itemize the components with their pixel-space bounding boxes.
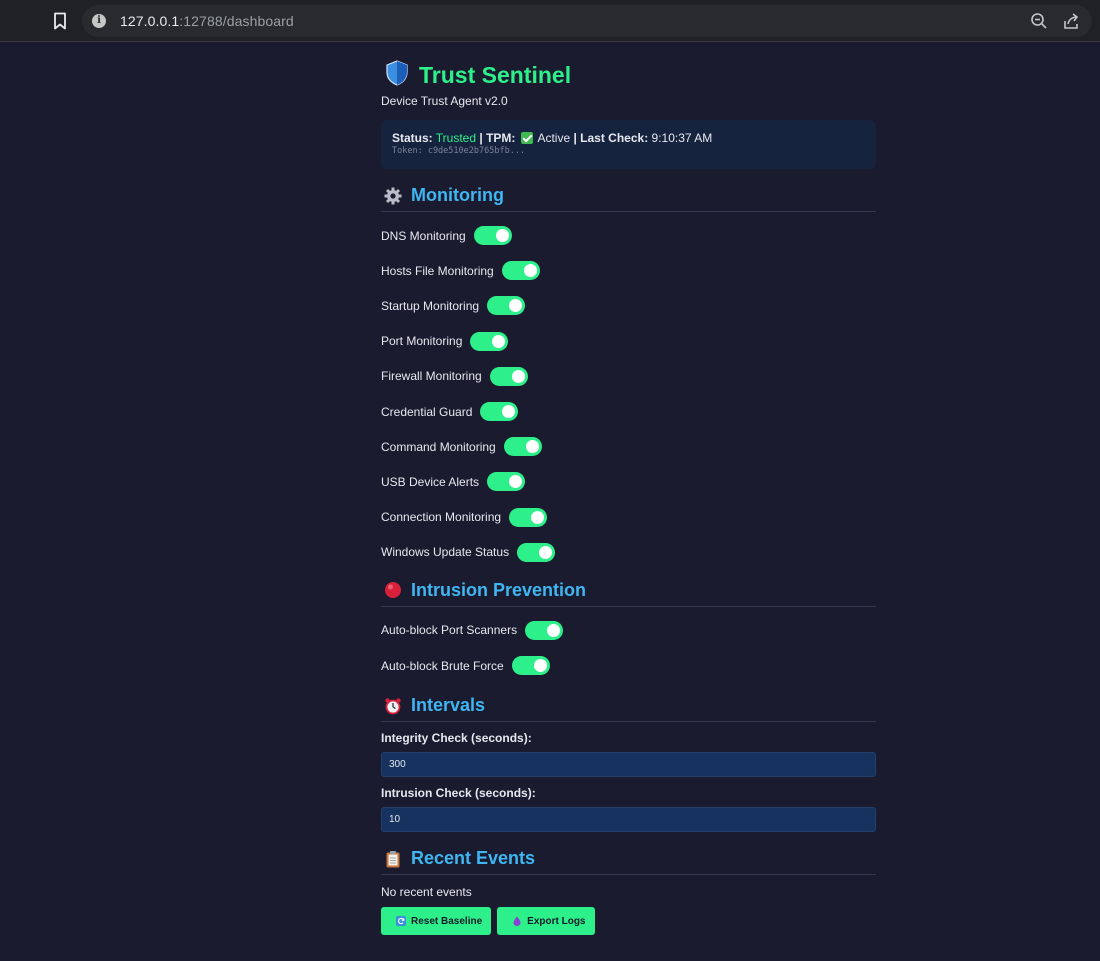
monitoring-section-header: Monitoring bbox=[381, 183, 876, 212]
last-check-label: Last Check: bbox=[580, 131, 649, 145]
separator: | bbox=[573, 131, 577, 145]
toggle-label: DNS Monitoring bbox=[381, 228, 466, 243]
export-logs-button[interactable]: Export Logs bbox=[497, 907, 595, 936]
toggle-label: Hosts File Monitoring bbox=[381, 263, 494, 278]
monitoring-title: Monitoring bbox=[411, 185, 504, 205]
intrusion-check-input[interactable] bbox=[381, 807, 876, 833]
refresh-icon bbox=[396, 916, 406, 927]
command-monitoring-toggle[interactable] bbox=[503, 437, 542, 457]
shield-icon bbox=[385, 59, 409, 91]
toggle-row-startup: Startup Monitoring bbox=[381, 288, 876, 323]
toggle-row-port-scanners: Auto-block Port Scanners bbox=[381, 613, 876, 648]
connection-monitoring-toggle[interactable] bbox=[509, 507, 548, 527]
toggle-row-windows-update: Windows Update Status bbox=[381, 535, 876, 570]
intervals-title: Intervals bbox=[411, 695, 486, 716]
tpm-value: Active bbox=[537, 131, 571, 145]
gear-icon bbox=[384, 187, 402, 205]
url-path: :12788/dashboard bbox=[179, 13, 294, 29]
intrusion-title: Intrusion Prevention bbox=[411, 579, 587, 600]
droplet-icon bbox=[512, 916, 522, 927]
events-title: Recent Events bbox=[411, 848, 536, 869]
monitoring-toggles: DNS Monitoring Hosts File Monitoring Sta… bbox=[381, 218, 876, 570]
site-info-icon[interactable]: i bbox=[92, 14, 106, 28]
intrusion-section-header: Intrusion Prevention bbox=[381, 578, 876, 607]
hosts-file-monitoring-toggle[interactable] bbox=[501, 261, 540, 281]
toggle-row-usb: USB Device Alerts bbox=[381, 464, 876, 499]
bookmark-icon[interactable] bbox=[50, 10, 70, 32]
toggle-label: Connection Monitoring bbox=[381, 510, 502, 525]
toggle-row-brute-force: Auto-block Brute Force bbox=[381, 648, 876, 683]
toggle-label: Auto-block Brute Force bbox=[381, 658, 504, 673]
app-header: Trust Sentinel bbox=[385, 58, 876, 92]
page-subtitle: Device Trust Agent v2.0 bbox=[381, 94, 508, 108]
address-bar[interactable]: i 127.0.0.1:12788/dashboard bbox=[82, 5, 1092, 37]
toggle-label: Firewall Monitoring bbox=[381, 369, 482, 384]
reset-baseline-label: Reset Baseline bbox=[411, 915, 483, 927]
red-circle-icon bbox=[384, 581, 402, 599]
startup-monitoring-toggle[interactable] bbox=[487, 296, 526, 316]
browser-toolbar: i 127.0.0.1:12788/dashboard bbox=[0, 0, 1100, 42]
toggle-label: Command Monitoring bbox=[381, 439, 496, 454]
firewall-monitoring-toggle[interactable] bbox=[489, 366, 528, 386]
token-text: Token: c9de510e2b765bfb... bbox=[392, 146, 526, 156]
toggle-row-firewall: Firewall Monitoring bbox=[381, 359, 876, 394]
last-check-value: 9:10:37 AM bbox=[651, 131, 713, 145]
page-title: Trust Sentinel bbox=[419, 61, 572, 88]
windows-update-status-toggle[interactable] bbox=[517, 542, 556, 562]
auto-block-port-scanners-toggle[interactable] bbox=[525, 620, 564, 640]
toggle-row-dns: DNS Monitoring bbox=[381, 218, 876, 253]
status-line: Status: Trusted | TPM: Active | Last Che… bbox=[392, 131, 865, 145]
toggle-row-port: Port Monitoring bbox=[381, 324, 876, 359]
no-events-text: No recent events bbox=[381, 885, 472, 900]
toggle-row-credential: Credential Guard bbox=[381, 394, 876, 429]
intrusion-check-label: Intrusion Check (seconds): bbox=[381, 786, 536, 801]
toggle-label: USB Device Alerts bbox=[381, 474, 480, 489]
alarm-clock-icon bbox=[384, 697, 402, 715]
port-monitoring-toggle[interactable] bbox=[470, 331, 509, 351]
clipboard-icon bbox=[384, 850, 402, 868]
share-icon[interactable] bbox=[1062, 12, 1080, 30]
tpm-label: TPM: bbox=[486, 131, 516, 145]
integrity-check-input[interactable] bbox=[381, 752, 876, 778]
toggle-label: Credential Guard bbox=[381, 404, 473, 419]
status-label: Status: bbox=[392, 131, 433, 145]
url-host: 127.0.0.1 bbox=[120, 13, 180, 29]
usb-device-alerts-toggle[interactable] bbox=[487, 472, 526, 492]
zoom-out-icon[interactable] bbox=[1030, 12, 1048, 30]
dns-monitoring-toggle[interactable] bbox=[473, 226, 512, 246]
auto-block-brute-force-toggle[interactable] bbox=[511, 656, 550, 676]
toggle-row-hosts: Hosts File Monitoring bbox=[381, 253, 876, 288]
checkmark-icon bbox=[520, 132, 533, 144]
toggle-label: Windows Update Status bbox=[381, 545, 510, 560]
intrusion-toggles: Auto-block Port Scanners Auto-block Brut… bbox=[381, 613, 876, 683]
events-section-header: Recent Events bbox=[381, 846, 876, 876]
export-logs-label: Export Logs bbox=[527, 915, 586, 927]
intervals-section-header: Intervals bbox=[381, 693, 876, 723]
reset-baseline-button[interactable]: Reset Baseline bbox=[381, 907, 492, 936]
action-buttons: Reset Baseline Export Logs bbox=[381, 907, 876, 936]
toggle-label: Port Monitoring bbox=[381, 334, 463, 349]
toggle-label: Auto-block Port Scanners bbox=[381, 623, 518, 638]
toggle-label: Startup Monitoring bbox=[381, 298, 480, 313]
status-card: Status: Trusted | TPM: Active | Last Che… bbox=[381, 120, 876, 169]
status-value: Trusted bbox=[435, 131, 477, 145]
integrity-check-label: Integrity Check (seconds): bbox=[381, 731, 532, 746]
url-text[interactable]: 127.0.0.1:12788/dashboard bbox=[120, 13, 294, 29]
toggle-row-command: Command Monitoring bbox=[381, 429, 876, 464]
dashboard-container: Trust Sentinel Device Trust Agent v2.0 S… bbox=[381, 58, 876, 936]
separator: | bbox=[479, 131, 483, 145]
toggle-row-connection: Connection Monitoring bbox=[381, 500, 876, 535]
credential-guard-toggle[interactable] bbox=[480, 402, 519, 422]
